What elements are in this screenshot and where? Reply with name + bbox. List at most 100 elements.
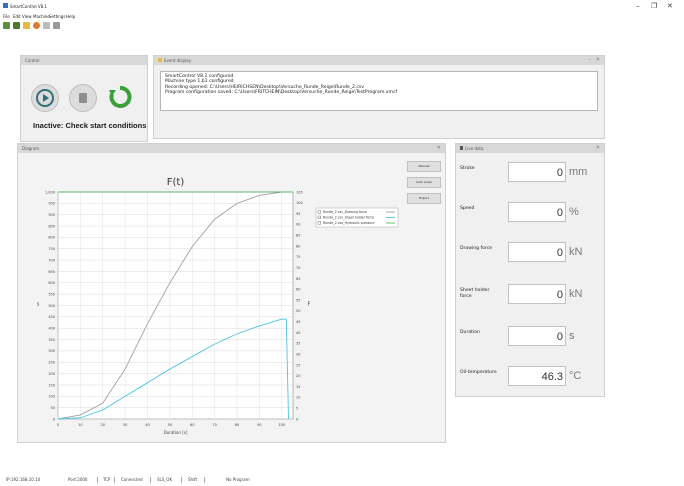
reset-button[interactable]	[107, 84, 133, 110]
minimize-button[interactable]: –	[636, 2, 640, 10]
menu-edit[interactable]: Edit	[13, 14, 21, 19]
x-tick-label: 10	[78, 423, 82, 427]
y2-tick-label: 80	[296, 244, 300, 248]
y-tick-label: 700	[48, 258, 55, 262]
menu-help[interactable]: Help	[66, 14, 75, 19]
close-button[interactable]: ✕	[667, 2, 673, 10]
app-icon	[3, 3, 8, 8]
event-display-header: Event display – ✕	[154, 56, 604, 65]
y2-tick-label: 20	[296, 374, 300, 378]
y2-tick-label: 90	[296, 223, 300, 227]
x-tick-label: 60	[190, 423, 194, 427]
y-tick-label: 150	[48, 383, 55, 387]
event-log[interactable]: SmartControl V8.1 configured Machine typ…	[160, 71, 598, 111]
y-tick-label: 450	[48, 315, 55, 319]
live-unit: s	[569, 330, 575, 342]
new-icon[interactable]	[3, 22, 10, 29]
live-label-stroke: Stroke	[460, 166, 475, 171]
auto-scale-button[interactable]: Auto scale	[407, 177, 441, 188]
status-connection: Connected	[121, 477, 143, 482]
status-port: Port:2000	[68, 477, 88, 482]
y2-tick-label: 15	[296, 385, 300, 389]
stop-button[interactable]	[69, 84, 97, 112]
menu-machine[interactable]: Machine	[33, 14, 50, 19]
y2-tick-label: 35	[296, 342, 300, 346]
maximize-button[interactable]: ❐	[651, 2, 657, 10]
y2-axis-label: F	[308, 302, 311, 308]
legend-entry: Runde_2.csv_Sheet holder force	[323, 216, 374, 220]
y-tick-label: 300	[48, 349, 55, 353]
y-tick-label: 1,000	[45, 190, 55, 194]
control-panel-header: Control	[21, 56, 147, 65]
open-icon[interactable]	[13, 22, 20, 29]
x-tick-label: 0	[57, 423, 59, 427]
manual-scale-button[interactable]: Manual	[407, 161, 441, 172]
tools-icon[interactable]	[43, 22, 50, 29]
toolbar	[0, 22, 200, 32]
y-tick-label: 350	[48, 338, 55, 342]
x-tick-label: 100	[278, 423, 285, 427]
live-value-sheet-holder-force: 0	[508, 284, 566, 304]
event-line: Program configuration saved: C:\Users\FR…	[165, 90, 398, 96]
x-tick-label: 70	[212, 423, 216, 427]
y-tick-label: 100	[48, 395, 55, 399]
y2-tick-label: 60	[296, 288, 300, 292]
y2-tick-label: 95	[296, 212, 300, 216]
control-panel: Control Inactive: Check start conditions	[20, 55, 148, 142]
live-label-oil-temperature: Oil-temperature	[460, 370, 497, 375]
diagram-header: Diagram ✕	[18, 144, 445, 153]
menu-file[interactable]: File	[3, 14, 10, 19]
y2-tick-label: 70	[296, 266, 300, 270]
live-label-duration: Duration	[460, 330, 480, 335]
status-bar: IP:192.168.10.10 Port:2000 TCP Connected…	[0, 474, 684, 486]
x-axis-label: Duration [s]	[164, 430, 188, 435]
x-tick-label: 50	[168, 423, 172, 427]
y-tick-label: 850	[48, 224, 55, 228]
event-display-close-button[interactable]: – ✕	[589, 56, 600, 65]
x-tick-label: 80	[235, 423, 239, 427]
x-tick-label: 90	[257, 423, 261, 427]
status-sls: SLS_OK	[157, 477, 173, 482]
live-unit: kN	[569, 246, 583, 258]
live-data-header: Live data ✕	[456, 144, 604, 153]
menu-bar: File Edit View Machine Settings Help	[0, 14, 684, 22]
y-tick-label: 800	[48, 236, 55, 240]
x-tick-label: 20	[101, 423, 105, 427]
y-tick-label: 950	[48, 202, 55, 206]
y2-tick-label: 65	[296, 277, 300, 281]
y2-tick-label: 105	[296, 190, 303, 194]
legend-entry: Runde_2.csv_Drawing force	[323, 210, 367, 214]
start-button[interactable]	[31, 84, 59, 112]
title-bar: SmartControl V8.1 – ❐ ✕	[0, 0, 684, 12]
y2-tick-label: 0	[296, 417, 298, 421]
export-button[interactable]: Export	[407, 193, 441, 204]
live-data-panel: Live data ✕ Stroke 0 mm Speed 0% Drawing forc…	[455, 143, 605, 397]
y-tick-label: 200	[48, 372, 55, 376]
y-tick-label: 500	[48, 304, 55, 308]
y-tick-label: 400	[48, 327, 55, 331]
x-tick-label: 30	[123, 423, 127, 427]
y-tick-label: 550	[48, 292, 55, 296]
reset-icon	[109, 86, 132, 108]
y2-tick-label: 5	[296, 406, 298, 410]
status-shift: Shift	[188, 477, 198, 482]
y2-tick-label: 25	[296, 363, 300, 367]
legend-entry: Runde_2.csv_Hydraulic pressure	[323, 221, 375, 225]
live-value-stroke: 0	[508, 162, 566, 182]
diagram-panel: Diagram ✕ Manual Auto scale Export 0 50 10…	[17, 143, 446, 443]
live-label-drawing-force: Drawing force	[460, 246, 493, 251]
live-data-close-button[interactable]: ✕	[596, 144, 600, 153]
folder-icon[interactable]	[23, 22, 30, 29]
add-icon[interactable]	[33, 22, 40, 29]
live-unit: kN	[569, 288, 583, 300]
y2-tick-label: 10	[296, 396, 300, 400]
y-axis-label: s	[37, 302, 40, 308]
y-tick-label: 50	[51, 406, 55, 410]
menu-view[interactable]: View	[22, 14, 32, 19]
diagram-close-button[interactable]: ✕	[437, 144, 441, 153]
force-chart[interactable]: 0501001502002503003504004505005506006507…	[18, 154, 403, 440]
live-unit: mm	[569, 166, 588, 178]
y-tick-label: 750	[48, 247, 55, 251]
print-icon[interactable]	[53, 22, 60, 29]
menu-settings[interactable]: Settings	[49, 14, 65, 19]
